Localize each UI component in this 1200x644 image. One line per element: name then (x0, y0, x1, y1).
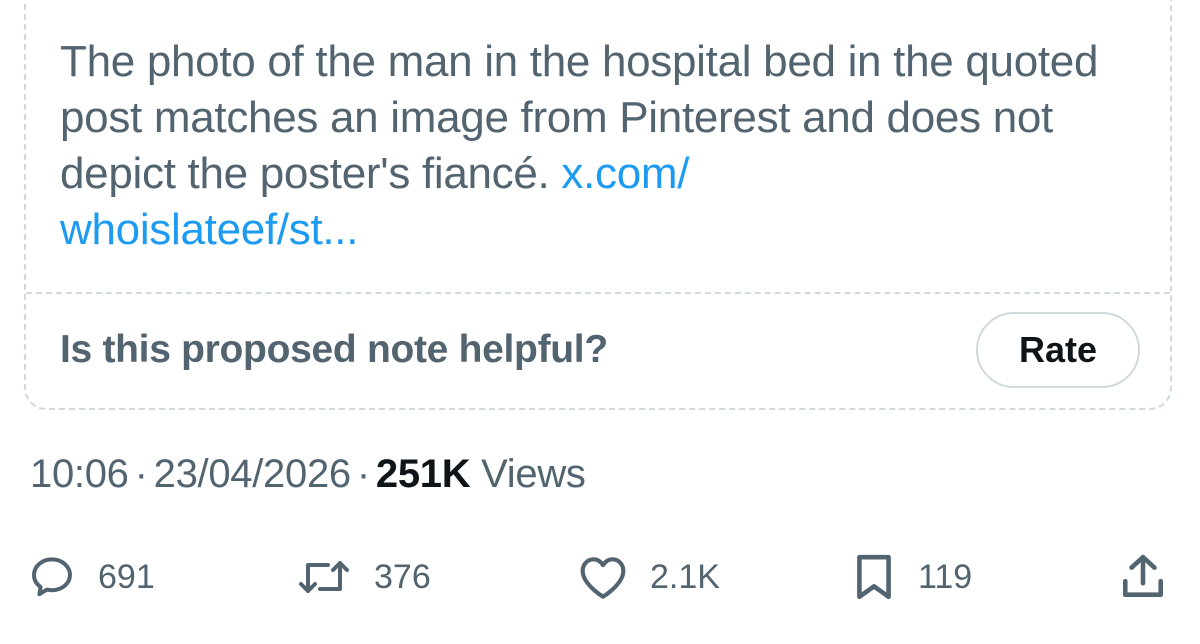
bookmark-icon (852, 552, 896, 602)
meta-separator: · (356, 452, 370, 496)
meta-separator: · (134, 452, 148, 496)
post-metadata: 10:06 · 23/04/2026 · 251K Views (30, 448, 586, 500)
helpful-prompt: Is this proposed note helpful? (60, 328, 608, 371)
share-icon (1120, 552, 1166, 602)
community-note-text: The photo of the man in the hospital bed… (60, 34, 1140, 258)
bookmark-count: 119 (918, 558, 973, 596)
like-count: 2.1K (650, 558, 720, 596)
views-label: Views (481, 452, 586, 496)
views-count: 251K (375, 452, 471, 496)
post-date[interactable]: 23/04/2026 (154, 452, 352, 496)
repost-button[interactable]: 376 (296, 545, 431, 609)
post-action-bar: 691 376 2.1K 119 (0, 545, 1200, 609)
bookmark-button[interactable]: 119 (852, 545, 972, 609)
repost-count: 376 (374, 558, 431, 596)
share-button[interactable] (1120, 545, 1166, 609)
repost-icon (296, 553, 352, 601)
heart-icon (578, 553, 628, 601)
rate-button[interactable]: Rate (976, 312, 1140, 388)
post-time[interactable]: 10:06 (30, 452, 129, 496)
note-divider (26, 292, 1170, 294)
like-button[interactable]: 2.1K (578, 545, 720, 609)
reply-icon (28, 553, 76, 601)
reply-count: 691 (98, 558, 155, 596)
reply-button[interactable]: 691 (28, 545, 155, 609)
